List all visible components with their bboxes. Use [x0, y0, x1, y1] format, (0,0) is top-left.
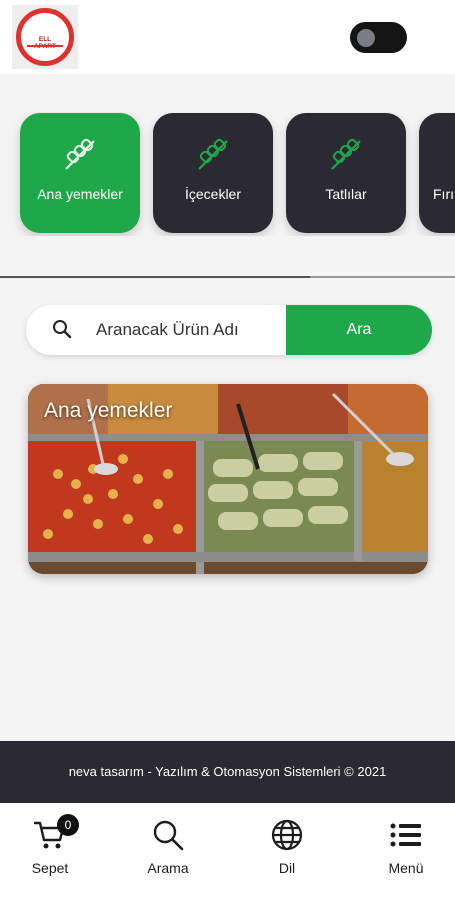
search-button[interactable]: Ara [286, 305, 432, 355]
logo-stripe [27, 45, 63, 47]
search-icon [153, 820, 184, 851]
category-card-title: Ana yemekler [44, 399, 173, 422]
cart-count-badge: 0 [57, 814, 79, 836]
nav-label: Menü [388, 860, 424, 876]
nav-dil[interactable]: Dil [242, 818, 332, 888]
category-label: Ana yemekler [37, 186, 123, 202]
footer-credits: neva tasarım - Yazılım & Otomasyon Siste… [0, 741, 455, 803]
category-card-ana-yemekler[interactable]: Ana yemekler [28, 384, 428, 574]
category-label: Tatlılar [325, 186, 367, 202]
category-tatlilar[interactable]: Tatlılar [286, 113, 406, 233]
search-bar: Ara [26, 305, 432, 355]
nav-label: Dil [278, 860, 296, 876]
category-carousel[interactable]: Ana yemekler İçecekler Tatlılar Fırı [0, 112, 455, 236]
search-icon [53, 320, 72, 339]
app-header: ELL APART [0, 0, 455, 74]
category-icecekler[interactable]: İçecekler [153, 113, 273, 233]
nav-sepet[interactable]: 0 Sepet [5, 814, 95, 888]
logo-text: ELL APART [34, 36, 56, 50]
kebab-icon [65, 138, 95, 170]
kebab-icon [198, 138, 228, 170]
search-input[interactable] [96, 317, 286, 343]
theme-toggle[interactable] [350, 22, 407, 53]
globe-icon [271, 819, 303, 851]
toggle-knob [357, 29, 375, 47]
bottom-navigation: 0 Sepet Arama Dil Menü [0, 803, 455, 900]
nav-label: Arama [147, 860, 189, 876]
nav-arama[interactable]: Arama [123, 818, 213, 888]
category-firin[interactable]: Fırı [419, 113, 455, 233]
category-ana-yemekler[interactable]: Ana yemekler [20, 113, 140, 233]
category-label: Fırı [433, 186, 454, 202]
nav-menu[interactable]: Menü [361, 818, 451, 888]
carousel-scroll-indicator [310, 276, 455, 278]
menu-icon [390, 823, 421, 847]
kebab-icon [331, 138, 361, 170]
category-label: İçecekler [184, 186, 242, 202]
nav-label: Sepet [31, 860, 69, 876]
logo-ring: ELL APART [16, 8, 74, 66]
restaurant-logo[interactable]: ELL APART [12, 5, 78, 69]
